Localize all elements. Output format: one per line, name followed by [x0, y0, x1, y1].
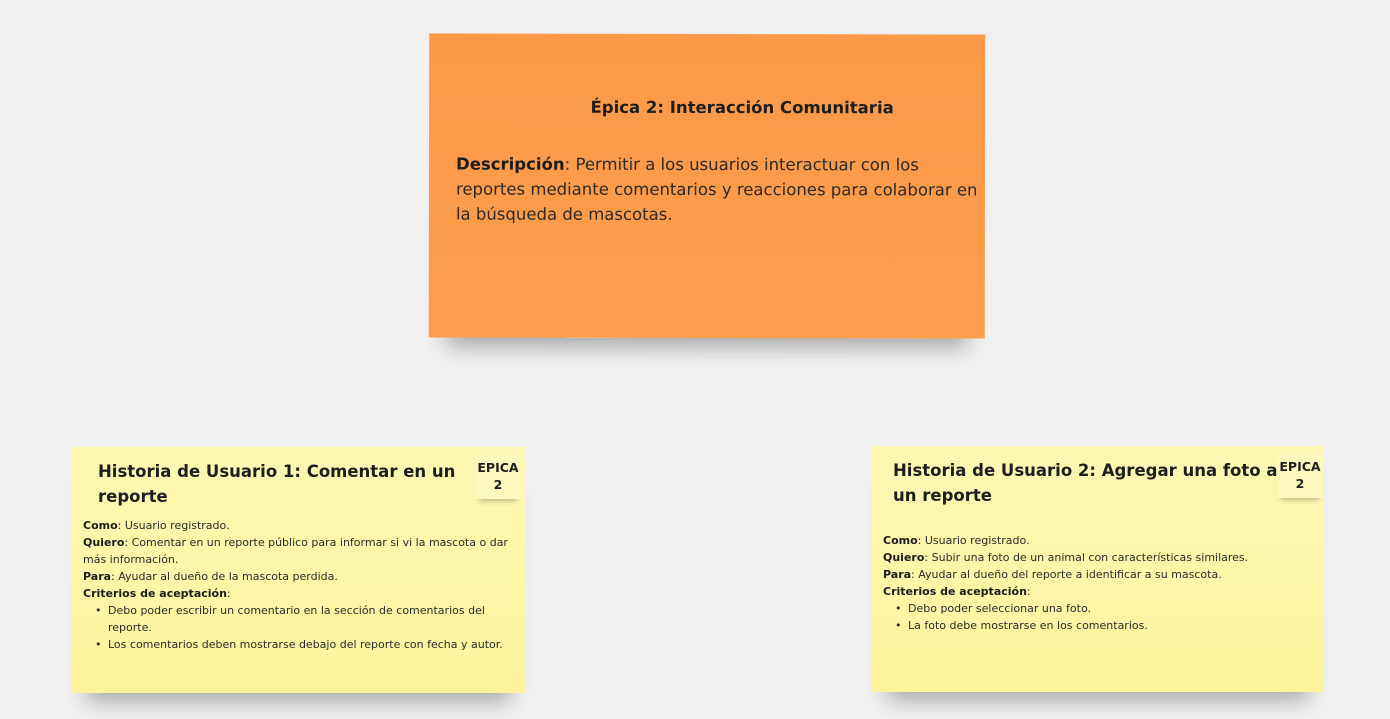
- epic-tag-label: EPICA: [1279, 459, 1321, 474]
- criterio-item: Debo poder escribir un comentario en la …: [95, 602, 513, 636]
- para-text: : Ayudar al dueño de la mascota perdida.: [111, 570, 338, 583]
- como-label: Como: [883, 534, 918, 547]
- epic-tag-sticky[interactable]: EPICA 2: [1277, 454, 1323, 498]
- para-text: : Ayudar al dueño del reporte a identifi…: [911, 568, 1222, 581]
- user-story-sticky-1[interactable]: Historia de Usuario 1: Comentar en un re…: [71, 447, 526, 693]
- epic-sticky-note[interactable]: Épica 2: Interacción Comunitaria Descrip…: [428, 33, 986, 339]
- story-title: Historia de Usuario 1: Comentar en un re…: [98, 462, 456, 506]
- criterios-list: Debo poder escribir un comentario en la …: [83, 602, 513, 653]
- para-label: Para: [883, 568, 912, 581]
- criterios-suffix: :: [1026, 585, 1031, 598]
- quiero-label: Quiero: [883, 551, 925, 564]
- story-como: Como: Usuario registrado.: [883, 532, 1313, 549]
- epic-description-label: Descripción: [456, 154, 565, 174]
- epic-tag-number: 2: [1295, 476, 1305, 491]
- story-para: Para: Ayudar al dueño del reporte a iden…: [883, 566, 1313, 583]
- criterio-item: Los comentarios deben mostrarse debajo d…: [95, 636, 513, 653]
- como-text: : Usuario registrado.: [917, 534, 1030, 547]
- como-label: Como: [83, 519, 118, 532]
- story-body: Como: Usuario registrado. Quiero: Coment…: [83, 517, 513, 653]
- epic-tag-number: 2: [493, 477, 503, 492]
- story-criterios-heading: Criterios de aceptación:: [83, 585, 513, 602]
- como-text: : Usuario registrado.: [117, 519, 230, 532]
- story-body: Como: Usuario registrado. Quiero: Subir …: [883, 532, 1313, 634]
- criterio-item: Debo poder seleccionar una foto.: [895, 600, 1313, 617]
- story-quiero: Quiero: Comentar en un reporte público p…: [83, 534, 513, 568]
- epic-tag-sticky[interactable]: EPICA 2: [475, 455, 521, 499]
- criterios-suffix: :: [226, 587, 231, 600]
- para-label: Para: [83, 570, 112, 583]
- story-como: Como: Usuario registrado.: [83, 517, 513, 534]
- criterios-label: Criterios de aceptación: [83, 587, 227, 600]
- quiero-label: Quiero: [83, 536, 125, 549]
- quiero-text: : Subir una foto de un animal con caract…: [924, 551, 1249, 564]
- criterio-item: La foto debe mostrarse en los comentario…: [895, 617, 1313, 634]
- epic-title: Épica 2: Interacción Comunitaria: [590, 97, 894, 118]
- quiero-text: : Comentar en un reporte público para in…: [83, 536, 508, 566]
- user-story-sticky-2[interactable]: Historia de Usuario 2: Agregar una foto …: [872, 446, 1324, 692]
- epic-tag-label: EPICA: [477, 460, 519, 475]
- story-title: Historia de Usuario 2: Agregar una foto …: [893, 461, 1278, 505]
- epic-description: Descripción: Permitir a los usuarios int…: [456, 152, 979, 228]
- story-para: Para: Ayudar al dueño de la mascota perd…: [83, 568, 513, 585]
- story-criterios-heading: Criterios de aceptación:: [883, 583, 1313, 600]
- story-quiero: Quiero: Subir una foto de un animal con …: [883, 549, 1313, 566]
- criterios-label: Criterios de aceptación: [883, 585, 1027, 598]
- criterios-list: Debo poder seleccionar una foto. La foto…: [883, 600, 1313, 634]
